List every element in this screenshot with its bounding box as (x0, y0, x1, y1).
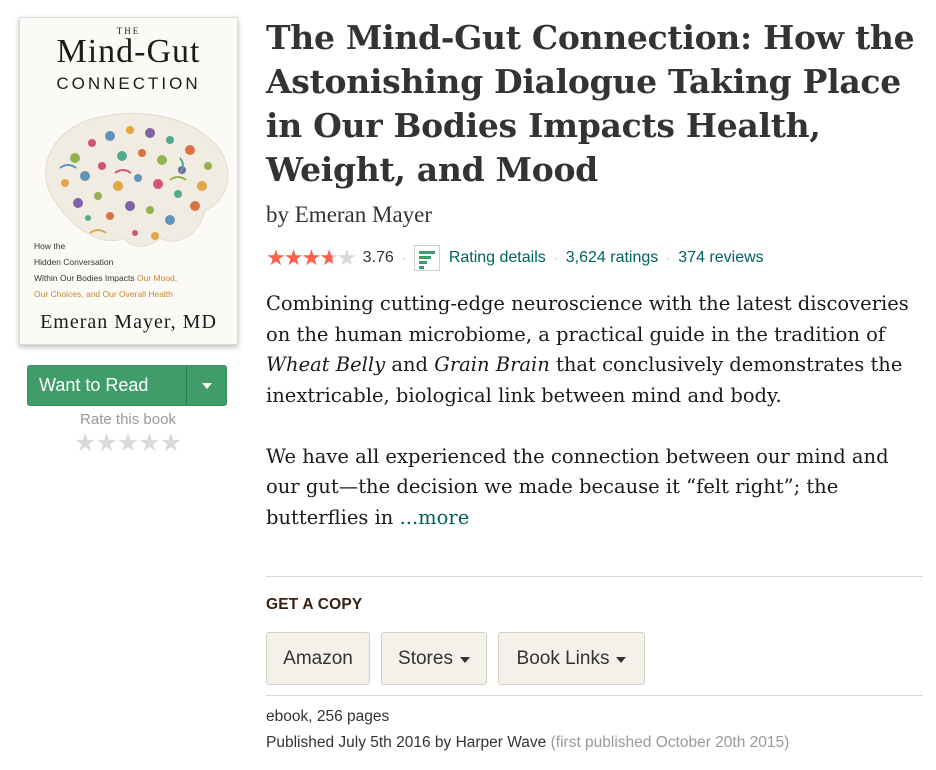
author-link[interactable]: Emeran Mayer (295, 202, 432, 227)
separator-dot: · (666, 251, 671, 265)
average-rating-value: 3.76 (362, 249, 394, 266)
rating-details-link[interactable]: Rating details (449, 249, 546, 267)
star-icon: ★ (301, 245, 321, 270)
want-to-read-button[interactable]: Want to Read (27, 365, 227, 406)
divider (266, 695, 923, 696)
stores-button[interactable]: Stores (381, 632, 487, 685)
author-line: by Emeran Mayer (266, 202, 432, 228)
star-icon: ★ (283, 245, 304, 270)
cover-title: Mind-Gut (56, 33, 201, 70)
cover-tagline-highlight: Our Mood, (136, 273, 178, 283)
reviews-count-link[interactable]: 374 reviews (678, 249, 763, 267)
caret-down-icon (459, 656, 470, 663)
cover-tagline-line: Hidden Conversation (34, 257, 114, 267)
shelf-dropdown-button[interactable] (187, 366, 226, 405)
description-paragraph: We have all experienced the connection b… (266, 442, 926, 534)
rate-this-book-label: Rate this book (80, 411, 176, 428)
stores-button-label: Stores (398, 647, 453, 669)
book-format: ebook, 256 pages (266, 708, 390, 725)
description-title-ref: Grain Brain (434, 353, 550, 376)
book-links-button-label: Book Links (516, 647, 610, 669)
cover-subtitle: CONNECTION (56, 74, 201, 93)
star-icon: ★ (266, 245, 286, 270)
cover-tagline-line: Within Our Bodies Impacts Our Mood, (34, 270, 234, 286)
book-title: The Mind-Gut Connection: How the Astonis… (266, 18, 915, 189)
first-published-text: (first published October 20th 2015) (550, 734, 790, 751)
star-partial-icon: ★ (319, 245, 339, 270)
amazon-button-label: Amazon (283, 647, 353, 669)
ratings-count-link[interactable]: 3,624 ratings (566, 249, 659, 267)
want-to-read-label[interactable]: Want to Read (28, 366, 186, 405)
description-text: We have all experienced the connection b… (266, 444, 889, 529)
by-label: by (266, 202, 289, 227)
cover-tagline: How the Hidden Conversation Within Our B… (34, 238, 234, 302)
cover-tagline-line: Our Choices, and Our Overall Health (34, 289, 173, 299)
caret-down-icon (616, 656, 627, 663)
rating-row: ★ ★ ★ ★ ★ 3.76 · Rating details · 3,624 … (266, 244, 764, 272)
bar-chart-icon[interactable] (413, 245, 440, 271)
book-links-button[interactable]: Book Links (498, 632, 645, 685)
cover-author: Emeran Mayer, MD (40, 311, 217, 333)
amazon-button[interactable]: Amazon (266, 632, 370, 685)
book-cover[interactable]: THE Mind-Gut CONNECTION How the Hidden C… (19, 17, 238, 345)
brain-illustration (45, 112, 229, 247)
rate-stars-widget[interactable]: ★★★★★ (74, 428, 184, 458)
description-title-ref: Wheat Belly (266, 353, 386, 376)
average-rating-stars: ★ ★ ★ ★ ★ (266, 245, 357, 270)
description-paragraph: Combining cutting-edge neuroscience with… (266, 289, 926, 411)
separator-dot: · (401, 251, 406, 265)
cover-tagline-line: How the (34, 241, 66, 251)
get-a-copy-heading: GET A COPY (266, 596, 363, 613)
published-text: Published July 5th 2016 by Harper Wave (266, 734, 547, 751)
divider (266, 576, 923, 577)
publication-info: Published July 5th 2016 by Harper Wave (… (266, 734, 789, 752)
book-description: Combining cutting-edge neuroscience with… (266, 289, 926, 533)
cover-tagline-text: Within Our Bodies Impacts (34, 273, 137, 283)
read-more-link[interactable]: ...more (400, 506, 470, 529)
star-empty-icon: ★ (336, 245, 357, 270)
caret-down-icon (201, 382, 212, 389)
description-text: and (385, 353, 435, 376)
separator-dot: · (553, 251, 558, 265)
description-text: Combining cutting-edge neuroscience with… (266, 292, 909, 346)
